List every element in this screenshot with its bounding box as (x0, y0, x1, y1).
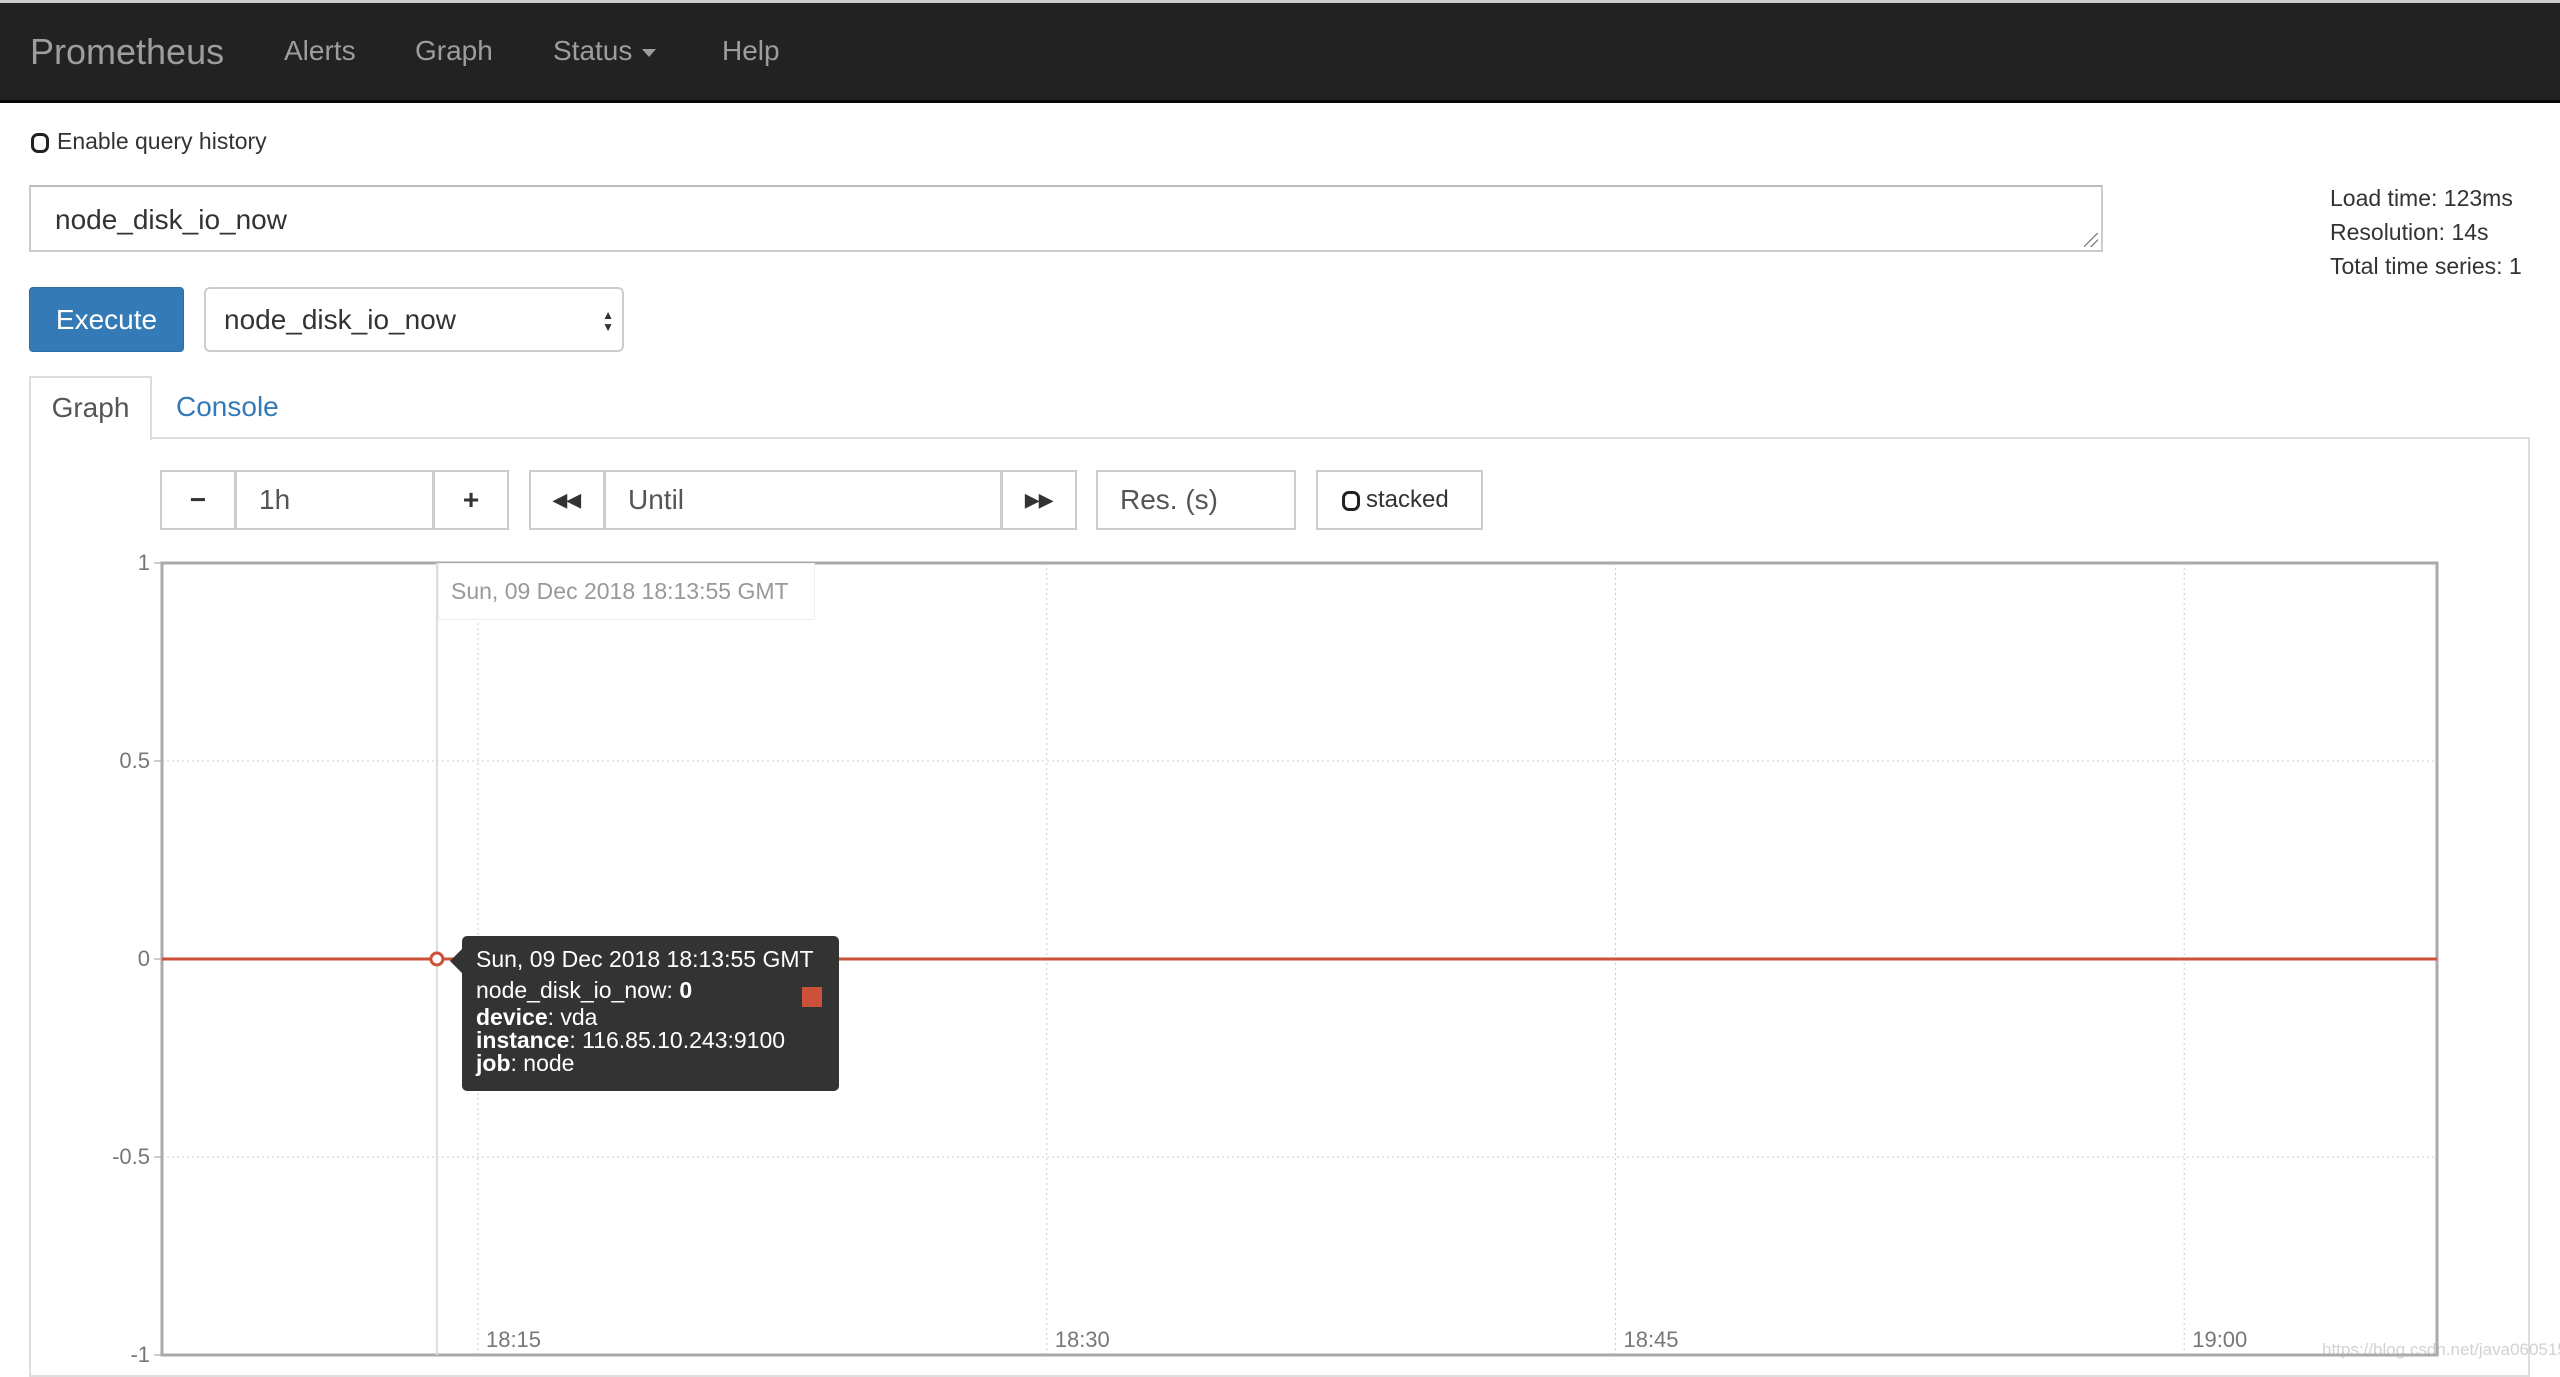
series-color-swatch (802, 987, 822, 1007)
y-tick-label: 0 (137, 946, 150, 971)
x-tick-label: 18:15 (485, 1327, 542, 1352)
hover-point (429, 951, 445, 967)
x-tick-label: 18:45 (1623, 1327, 1679, 1352)
x-tick-label: 19:00 (2192, 1327, 2248, 1352)
hover-tooltip: Sun, 09 Dec 2018 18:13:55 GMT node_disk_… (450, 936, 839, 1091)
tooltip-title: Sun, 09 Dec 2018 18:13:55 GMT (476, 946, 814, 972)
tab-graph[interactable]: Graph (29, 376, 152, 440)
hover-date-label: Sun, 09 Dec 2018 18:13:55 GMT (438, 563, 815, 620)
y-tick-label: -1 (130, 1342, 150, 1367)
tooltip-value: 0 (679, 977, 693, 1003)
y-tick-label: -0.5 (112, 1144, 150, 1169)
tooltip-metric: node_disk_io_now: (476, 977, 680, 1003)
label-value: 116.85.10.243:9100 (582, 1027, 786, 1053)
x-tick-label: 18:30 (1054, 1327, 1110, 1352)
label-key: job (476, 1050, 511, 1076)
y-tick-label: 0.5 (119, 748, 150, 773)
watermark: https://blog.csdn.net/java060515 (2322, 1340, 2560, 1359)
label-value: node (523, 1050, 575, 1076)
graph-chart[interactable] (0, 0, 2560, 1370)
y-tick-label: 1 (137, 550, 150, 575)
